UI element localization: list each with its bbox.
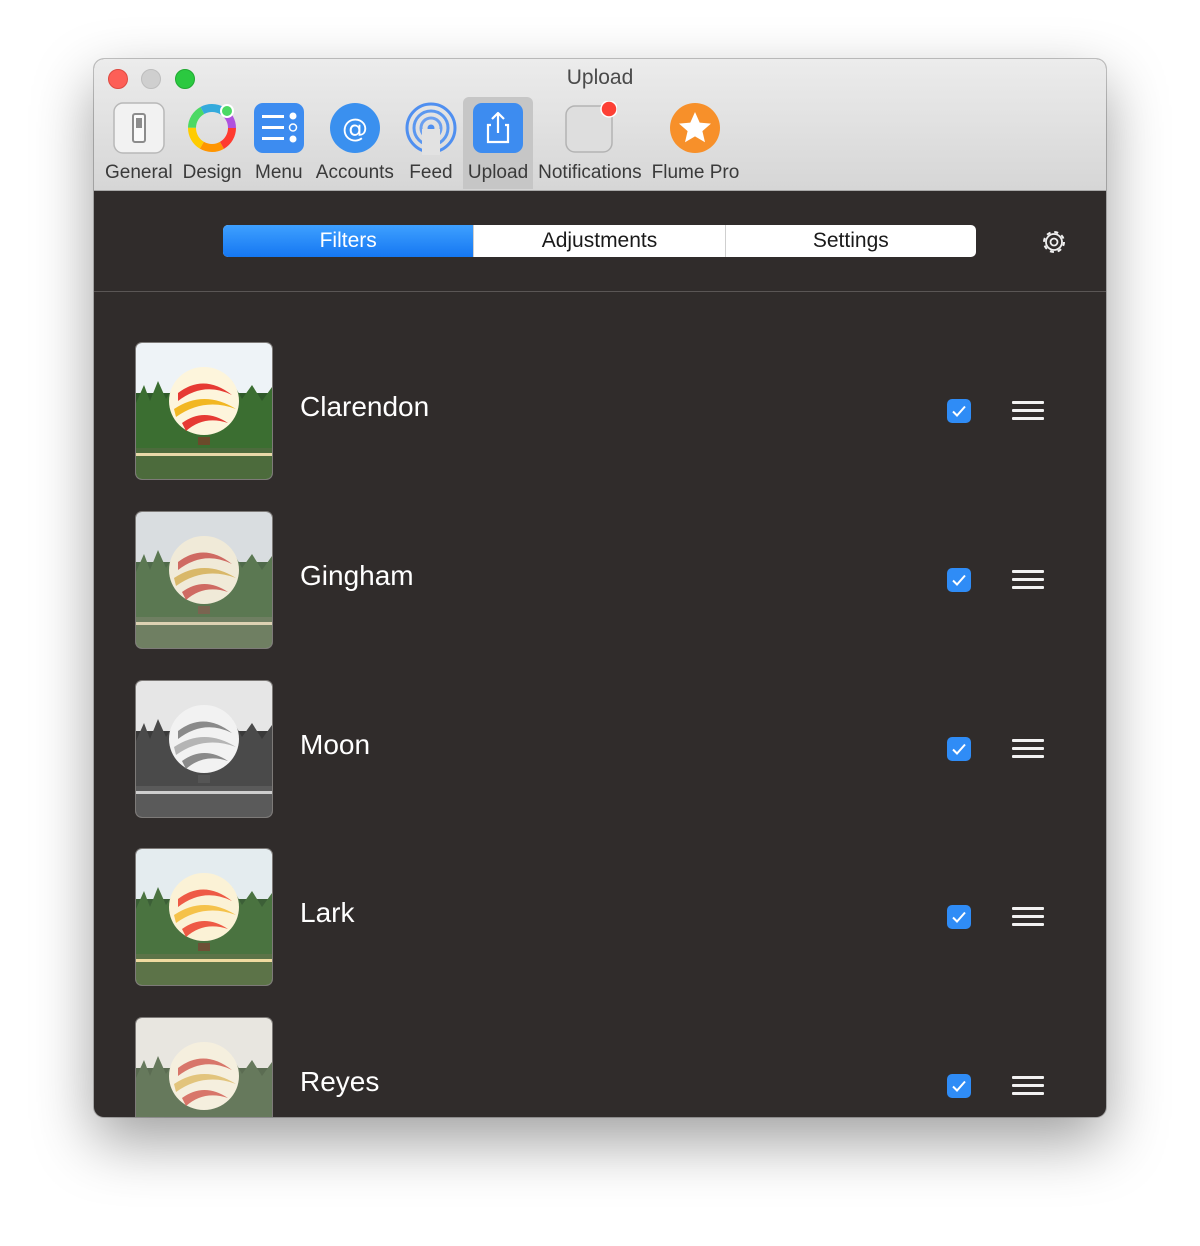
tab-filters[interactable]: Filters xyxy=(223,225,474,257)
notification-badge-icon xyxy=(563,101,617,155)
toolbar-label: Design xyxy=(182,162,242,183)
at-sign-icon: @ xyxy=(328,101,382,155)
toolbar-label: Feed xyxy=(409,162,453,183)
toolbar-item-menu[interactable]: Menu xyxy=(247,97,311,189)
svg-text:@: @ xyxy=(342,114,368,144)
filter-name: Gingham xyxy=(300,560,414,591)
toolbar-item-accounts[interactable]: @ Accounts xyxy=(311,97,399,189)
drag-handle-icon[interactable] xyxy=(1012,570,1044,590)
toolbar-label: Accounts xyxy=(315,162,394,183)
toolbar-item-notifications[interactable]: Notifications xyxy=(533,97,647,189)
filter-thumbnail xyxy=(136,512,272,648)
filter-thumbnail xyxy=(136,343,272,479)
segmented-control: Filters Adjustments Settings xyxy=(223,225,976,257)
tab-adjustments[interactable]: Adjustments xyxy=(473,225,724,257)
title-bar: Upload General Design Menu @ Accounts Fe… xyxy=(94,59,1106,191)
list-item: Lark xyxy=(94,849,1106,985)
toolbar-label: General xyxy=(105,162,173,183)
filter-list: Clarendon Gingham Moon Lark Reyes xyxy=(94,292,1106,1117)
list-item: Reyes xyxy=(94,1018,1106,1117)
color-wheel-icon xyxy=(185,101,239,155)
filter-name: Lark xyxy=(300,897,355,928)
toolbar-label: Notifications xyxy=(538,162,642,183)
toolbar-label: Menu xyxy=(255,162,303,183)
tab-header: Filters Adjustments Settings xyxy=(94,191,1106,292)
switch-icon xyxy=(112,101,166,155)
filter-thumbnail xyxy=(136,1018,272,1117)
filter-checkbox[interactable] xyxy=(947,1074,971,1098)
filter-checkbox[interactable] xyxy=(947,568,971,592)
toolbar-item-upload[interactable]: Upload xyxy=(462,97,534,189)
drag-handle-icon[interactable] xyxy=(1012,739,1044,759)
drag-handle-icon[interactable] xyxy=(1012,907,1044,927)
toolbar-item-feed[interactable]: Feed xyxy=(399,97,463,189)
filter-thumbnail xyxy=(136,681,272,817)
window-title: Upload xyxy=(566,66,634,89)
filter-name: Clarendon xyxy=(300,391,430,422)
broadcast-icon xyxy=(404,101,458,155)
star-icon xyxy=(668,101,722,155)
drag-handle-icon[interactable] xyxy=(1012,401,1044,421)
list-item: Clarendon xyxy=(94,343,1106,479)
preferences-toolbar: General Design Menu @ Accounts Feed Uplo… xyxy=(100,97,744,191)
filter-checkbox[interactable] xyxy=(947,737,971,761)
filter-name: Moon xyxy=(300,729,371,760)
toolbar-item-flume-pro[interactable]: Flume Pro xyxy=(647,97,745,189)
list-item: Gingham xyxy=(94,512,1106,648)
filter-checkbox[interactable] xyxy=(947,399,971,423)
toolbar-item-general[interactable]: General xyxy=(100,97,178,189)
tab-settings[interactable]: Settings xyxy=(724,225,976,257)
toolbar-item-design[interactable]: Design xyxy=(178,97,247,189)
list-item: Moon xyxy=(94,681,1106,817)
filter-name: Reyes xyxy=(300,1066,380,1097)
toolbar-label: Flume Pro xyxy=(651,162,740,183)
preferences-window: Upload General Design Menu @ Accounts Fe… xyxy=(94,59,1106,1117)
filter-thumbnail xyxy=(136,849,272,985)
menu-list-icon xyxy=(252,101,306,155)
share-upload-icon xyxy=(471,101,525,155)
toolbar-label: Upload xyxy=(467,162,529,183)
gear-icon[interactable] xyxy=(1039,227,1069,257)
drag-handle-icon[interactable] xyxy=(1012,1076,1044,1096)
filter-checkbox[interactable] xyxy=(947,905,971,929)
